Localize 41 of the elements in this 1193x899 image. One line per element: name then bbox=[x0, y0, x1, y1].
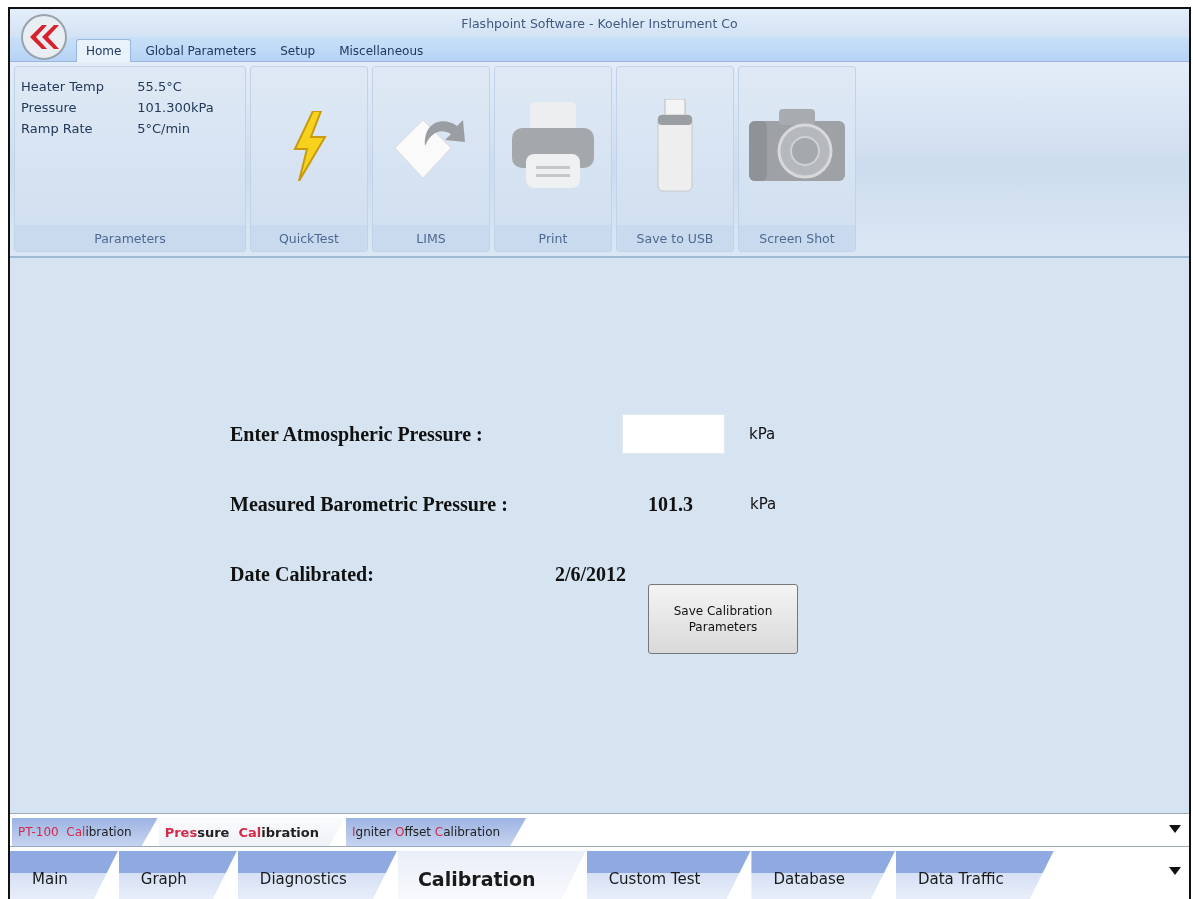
main-tab[interactable]: Calibration bbox=[397, 851, 586, 899]
main-tab[interactable]: Diagnostics bbox=[237, 851, 397, 899]
field-label: Measured Barometric Pressure : bbox=[230, 492, 509, 516]
ribbon-tab[interactable]: Home bbox=[76, 39, 132, 62]
sub-tab[interactable]: Igniter Offset Calibration bbox=[346, 818, 527, 846]
ribbon-button[interactable]: QuickTest bbox=[250, 66, 368, 252]
field-label: Enter Atmospheric Pressure : bbox=[230, 422, 484, 446]
main-tab[interactable]: Graph bbox=[118, 851, 237, 899]
parameter-value: 55.5°C bbox=[137, 79, 183, 94]
group-label: Parameters bbox=[15, 225, 245, 251]
parameter-value: 5°C/min bbox=[137, 121, 191, 136]
printer-icon bbox=[510, 102, 596, 190]
ribbon-button[interactable]: Screen Shot bbox=[738, 66, 856, 252]
camera-icon bbox=[749, 109, 845, 183]
sub-tab[interactable]: Pressure Calibration bbox=[158, 818, 345, 846]
main-tab[interactable]: Database bbox=[751, 851, 895, 899]
window-title: Flashpoint Software - Koehler Instrument Co bbox=[461, 15, 738, 31]
save-calibration-button[interactable]: Save Calibration Parameters bbox=[648, 584, 798, 654]
ribbon-tab[interactable]: Setup bbox=[270, 39, 326, 62]
dropdown-icon[interactable] bbox=[1169, 867, 1181, 875]
main-tab[interactable]: Custom Test bbox=[586, 851, 751, 899]
field-value: 2/6/2012 bbox=[555, 562, 628, 586]
ribbon-button[interactable]: Save to USB bbox=[616, 66, 734, 252]
field-label: Date Calibrated: bbox=[230, 562, 375, 586]
parameter-name: Heater Temp bbox=[21, 79, 105, 94]
parameter-name: Pressure bbox=[21, 100, 78, 115]
ribbon-button[interactable]: Print bbox=[494, 66, 612, 252]
main-tab[interactable]: Main bbox=[10, 851, 118, 899]
field-value: 101.3 bbox=[648, 492, 694, 516]
ribbon-tab[interactable]: Miscellaneous bbox=[329, 39, 434, 62]
main-tab[interactable]: Data Traffic bbox=[896, 851, 1054, 899]
ribbon-tab[interactable]: Global Parameters bbox=[135, 39, 267, 62]
unit-label: kPa bbox=[749, 425, 776, 443]
input-field[interactable] bbox=[622, 414, 725, 454]
ribbon-button[interactable]: LIMS bbox=[372, 66, 490, 252]
parameter-value: 101.300kPa bbox=[137, 100, 215, 115]
unit-label: kPa bbox=[750, 495, 777, 513]
dropdown-icon[interactable] bbox=[1169, 825, 1181, 833]
usb-drive-icon bbox=[655, 99, 695, 193]
parameter-name: Ramp Rate bbox=[21, 121, 94, 136]
sub-tab[interactable]: PT-100 Calibration bbox=[12, 818, 158, 846]
